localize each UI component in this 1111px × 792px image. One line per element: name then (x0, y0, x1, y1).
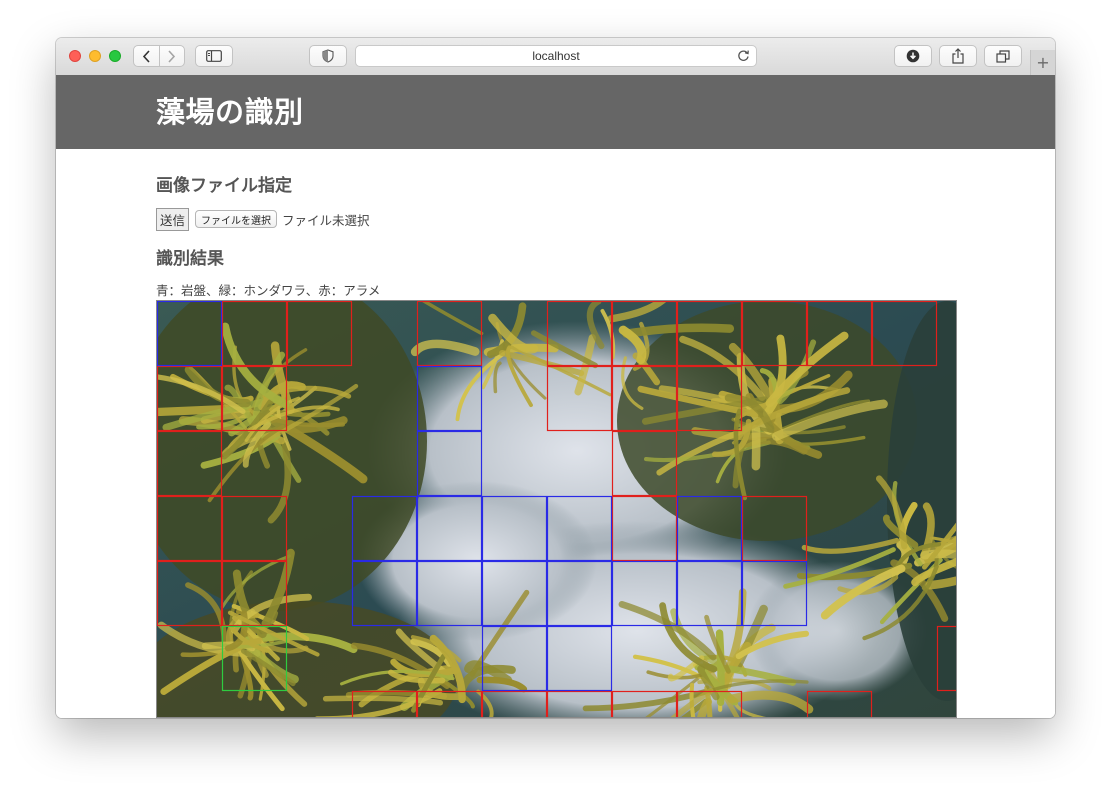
download-icon (906, 49, 920, 63)
legend-text: 青：岩盤、緑：ホンダワラ、赤：アラメ (156, 283, 381, 298)
page-content: 画像ファイル指定 送信 ファイルを選択 ファイル未選択 識別結果 青：岩盤、緑：… (56, 149, 1055, 718)
reload-icon (738, 50, 749, 61)
page-title: 藻場の識別 (156, 95, 304, 129)
nav-buttons (133, 45, 185, 67)
file-section-heading: 画像ファイル指定 (156, 176, 292, 196)
tabs-overview-button[interactable] (984, 45, 1022, 67)
chevron-right-icon (168, 49, 176, 63)
browser-window: localhost + 藻場の識別 画像ファイル指定 送信 ファイルを選択 ファ… (56, 38, 1055, 718)
address-url: localhost (532, 49, 580, 63)
tabs-icon (996, 49, 1010, 63)
upload-form: 送信 ファイルを選択 ファイル未選択 (156, 207, 370, 231)
forward-button[interactable] (158, 46, 185, 66)
sidebar-button[interactable] (195, 45, 233, 67)
submit-button[interactable]: 送信 (156, 207, 190, 231)
privacy-button[interactable] (309, 45, 347, 67)
minimize-window-button[interactable] (89, 50, 101, 62)
share-button[interactable] (939, 45, 977, 67)
sidebar-icon (206, 50, 222, 62)
file-status-text: ファイル未選択 (282, 212, 370, 228)
shield-icon (322, 49, 334, 63)
downloads-button[interactable] (894, 45, 932, 67)
choose-file-button[interactable]: ファイルを選択 (195, 210, 278, 228)
page-header: 藻場の識別 (56, 75, 1055, 149)
back-button[interactable] (134, 46, 159, 66)
plus-icon: + (1036, 53, 1050, 72)
result-section-heading: 識別結果 (156, 249, 224, 269)
close-window-button[interactable] (69, 50, 81, 62)
new-tab-button[interactable]: + (1030, 50, 1055, 75)
share-icon (952, 48, 964, 64)
zoom-window-button[interactable] (109, 50, 121, 62)
address-bar[interactable]: localhost (355, 45, 757, 67)
browser-toolbar: localhost + (56, 38, 1055, 76)
chevron-left-icon (142, 49, 150, 63)
result-image (156, 300, 957, 718)
reload-button[interactable] (737, 49, 750, 65)
seaweed-photo (157, 301, 956, 717)
